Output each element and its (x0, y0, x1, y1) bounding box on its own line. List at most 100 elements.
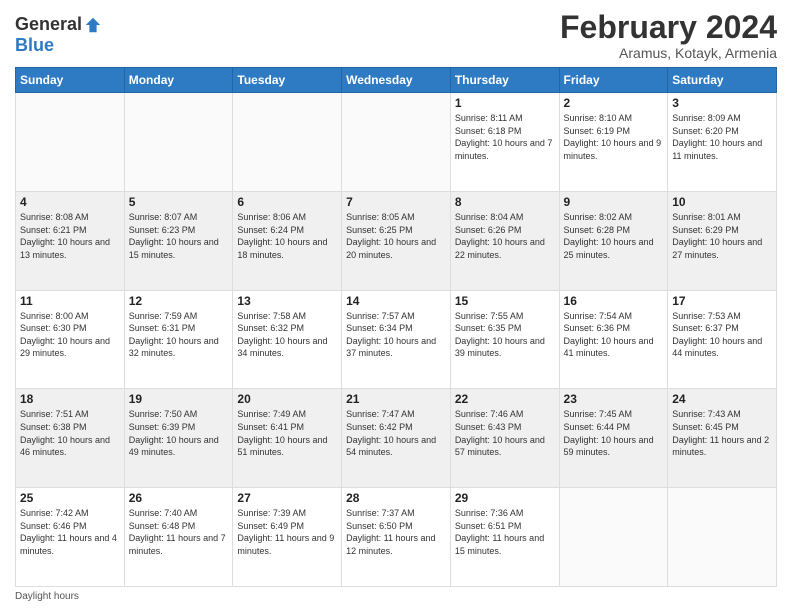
calendar-cell: 27 Sunrise: 7:39 AM Sunset: 6:49 PM Dayli… (233, 488, 342, 587)
calendar-cell: 9 Sunrise: 8:02 AM Sunset: 6:28 PM Daylig… (559, 191, 668, 290)
calendar-week-2: 4Sunrise: 8:08 AM Sunset: 6:21 PM Daylig… (16, 191, 777, 290)
day-number: 27 (237, 491, 337, 505)
logo: General Blue (15, 10, 102, 56)
calendar-cell: 14Sunrise: 7:57 AM Sunset: 6:34 PM Dayli… (342, 290, 451, 389)
day-info: Sunrise: 8:10 AM Sunset: 6:19 PM Dayligh… (564, 112, 664, 162)
logo-icon (84, 16, 102, 34)
col-friday: Friday (559, 68, 668, 93)
day-info: Sunrise: 7:55 AM Sunset: 6:35 PM Dayligh… (455, 310, 555, 360)
day-number: 21 (346, 392, 446, 406)
day-info: Sunrise: 8:01 AM Sunset: 6:29 PM Dayligh… (672, 211, 772, 261)
day-info: Sunrise: 7:42 AM Sunset: 6:46 PM Dayligh… (20, 507, 120, 557)
day-number: 29 (455, 491, 555, 505)
calendar-cell: 2 Sunrise: 8:10 AM Sunset: 6:19 PM Daylig… (559, 93, 668, 192)
calendar-cell: 20 Sunrise: 7:49 AM Sunset: 6:41 PM Dayli… (233, 389, 342, 488)
day-info: Sunrise: 8:06 AM Sunset: 6:24 PM Dayligh… (237, 211, 337, 261)
daylight-hours-label: Daylight hours (15, 591, 79, 602)
day-info: Sunrise: 8:07 AM Sunset: 6:23 PM Dayligh… (129, 211, 229, 261)
day-info: Sunrise: 8:02 AM Sunset: 6:28 PM Dayligh… (564, 211, 664, 261)
calendar-cell: 29 Sunrise: 7:36 AM Sunset: 6:51 PM Dayli… (450, 488, 559, 587)
calendar-cell: 4Sunrise: 8:08 AM Sunset: 6:21 PM Daylig… (16, 191, 125, 290)
calendar-cell: 15 Sunrise: 7:55 AM Sunset: 6:35 PM Dayli… (450, 290, 559, 389)
calendar-cell: 11 Sunrise: 8:00 AM Sunset: 6:30 PM Dayli… (16, 290, 125, 389)
day-number: 3 (672, 96, 772, 110)
day-number: 2 (564, 96, 664, 110)
day-number: 12 (129, 294, 229, 308)
calendar-header-row: Sunday Monday Tuesday Wednesday Thursday… (16, 68, 777, 93)
header: General Blue February 2024 Aramus, Kotay… (15, 10, 777, 61)
day-number: 17 (672, 294, 772, 308)
calendar-cell: 10Sunrise: 8:01 AM Sunset: 6:29 PM Dayli… (668, 191, 777, 290)
page: General Blue February 2024 Aramus, Kotay… (0, 0, 792, 612)
calendar-cell: 21Sunrise: 7:47 AM Sunset: 6:42 PM Dayli… (342, 389, 451, 488)
calendar-cell (668, 488, 777, 587)
day-number: 16 (564, 294, 664, 308)
day-info: Sunrise: 8:08 AM Sunset: 6:21 PM Dayligh… (20, 211, 120, 261)
day-number: 5 (129, 195, 229, 209)
day-info: Sunrise: 8:05 AM Sunset: 6:25 PM Dayligh… (346, 211, 446, 261)
calendar-week-5: 25Sunrise: 7:42 AM Sunset: 6:46 PM Dayli… (16, 488, 777, 587)
logo-general: General (15, 14, 82, 35)
day-info: Sunrise: 8:04 AM Sunset: 6:26 PM Dayligh… (455, 211, 555, 261)
day-info: Sunrise: 7:46 AM Sunset: 6:43 PM Dayligh… (455, 408, 555, 458)
day-info: Sunrise: 8:09 AM Sunset: 6:20 PM Dayligh… (672, 112, 772, 162)
day-number: 15 (455, 294, 555, 308)
day-number: 8 (455, 195, 555, 209)
calendar-cell: 3 Sunrise: 8:09 AM Sunset: 6:20 PM Daylig… (668, 93, 777, 192)
calendar-cell (342, 93, 451, 192)
calendar-cell: 13 Sunrise: 7:58 AM Sunset: 6:32 PM Dayli… (233, 290, 342, 389)
logo-blue: Blue (15, 35, 54, 56)
col-sunday: Sunday (16, 68, 125, 93)
day-number: 24 (672, 392, 772, 406)
calendar-cell: 25Sunrise: 7:42 AM Sunset: 6:46 PM Dayli… (16, 488, 125, 587)
day-number: 6 (237, 195, 337, 209)
location: Aramus, Kotayk, Armenia (560, 45, 777, 61)
day-number: 11 (20, 294, 120, 308)
day-info: Sunrise: 7:59 AM Sunset: 6:31 PM Dayligh… (129, 310, 229, 360)
calendar-cell (16, 93, 125, 192)
day-info: Sunrise: 7:51 AM Sunset: 6:38 PM Dayligh… (20, 408, 120, 458)
day-number: 26 (129, 491, 229, 505)
calendar-cell: 12 Sunrise: 7:59 AM Sunset: 6:31 PM Dayli… (124, 290, 233, 389)
day-info: Sunrise: 7:50 AM Sunset: 6:39 PM Dayligh… (129, 408, 229, 458)
calendar-cell: 1 Sunrise: 8:11 AM Sunset: 6:18 PM Daylig… (450, 93, 559, 192)
calendar-cell: 24 Sunrise: 7:43 AM Sunset: 6:45 PM Dayli… (668, 389, 777, 488)
day-number: 19 (129, 392, 229, 406)
calendar-cell: 22 Sunrise: 7:46 AM Sunset: 6:43 PM Dayli… (450, 389, 559, 488)
calendar-cell: 17Sunrise: 7:53 AM Sunset: 6:37 PM Dayli… (668, 290, 777, 389)
day-info: Sunrise: 7:43 AM Sunset: 6:45 PM Dayligh… (672, 408, 772, 458)
day-number: 22 (455, 392, 555, 406)
calendar-table: Sunday Monday Tuesday Wednesday Thursday… (15, 67, 777, 587)
day-number: 13 (237, 294, 337, 308)
calendar-week-1: 1 Sunrise: 8:11 AM Sunset: 6:18 PM Daylig… (16, 93, 777, 192)
day-info: Sunrise: 7:49 AM Sunset: 6:41 PM Dayligh… (237, 408, 337, 458)
day-number: 23 (564, 392, 664, 406)
day-info: Sunrise: 7:57 AM Sunset: 6:34 PM Dayligh… (346, 310, 446, 360)
day-info: Sunrise: 7:45 AM Sunset: 6:44 PM Dayligh… (564, 408, 664, 458)
day-number: 20 (237, 392, 337, 406)
calendar-cell: 5 Sunrise: 8:07 AM Sunset: 6:23 PM Daylig… (124, 191, 233, 290)
day-info: Sunrise: 7:54 AM Sunset: 6:36 PM Dayligh… (564, 310, 664, 360)
col-monday: Monday (124, 68, 233, 93)
calendar-cell: 19 Sunrise: 7:50 AM Sunset: 6:39 PM Dayli… (124, 389, 233, 488)
calendar-cell (233, 93, 342, 192)
day-number: 9 (564, 195, 664, 209)
calendar-week-3: 11 Sunrise: 8:00 AM Sunset: 6:30 PM Dayli… (16, 290, 777, 389)
day-info: Sunrise: 7:36 AM Sunset: 6:51 PM Dayligh… (455, 507, 555, 557)
title-area: February 2024 Aramus, Kotayk, Armenia (560, 10, 777, 61)
calendar-cell: 26 Sunrise: 7:40 AM Sunset: 6:48 PM Dayli… (124, 488, 233, 587)
day-info: Sunrise: 7:58 AM Sunset: 6:32 PM Dayligh… (237, 310, 337, 360)
day-info: Sunrise: 8:00 AM Sunset: 6:30 PM Dayligh… (20, 310, 120, 360)
calendar-cell (124, 93, 233, 192)
calendar-cell (559, 488, 668, 587)
day-info: Sunrise: 7:39 AM Sunset: 6:49 PM Dayligh… (237, 507, 337, 557)
day-number: 7 (346, 195, 446, 209)
calendar-cell: 23 Sunrise: 7:45 AM Sunset: 6:44 PM Dayli… (559, 389, 668, 488)
calendar-week-4: 18Sunrise: 7:51 AM Sunset: 6:38 PM Dayli… (16, 389, 777, 488)
day-number: 1 (455, 96, 555, 110)
month-title: February 2024 (560, 10, 777, 45)
day-info: Sunrise: 8:11 AM Sunset: 6:18 PM Dayligh… (455, 112, 555, 162)
col-saturday: Saturday (668, 68, 777, 93)
calendar-cell: 6 Sunrise: 8:06 AM Sunset: 6:24 PM Daylig… (233, 191, 342, 290)
day-info: Sunrise: 7:40 AM Sunset: 6:48 PM Dayligh… (129, 507, 229, 557)
